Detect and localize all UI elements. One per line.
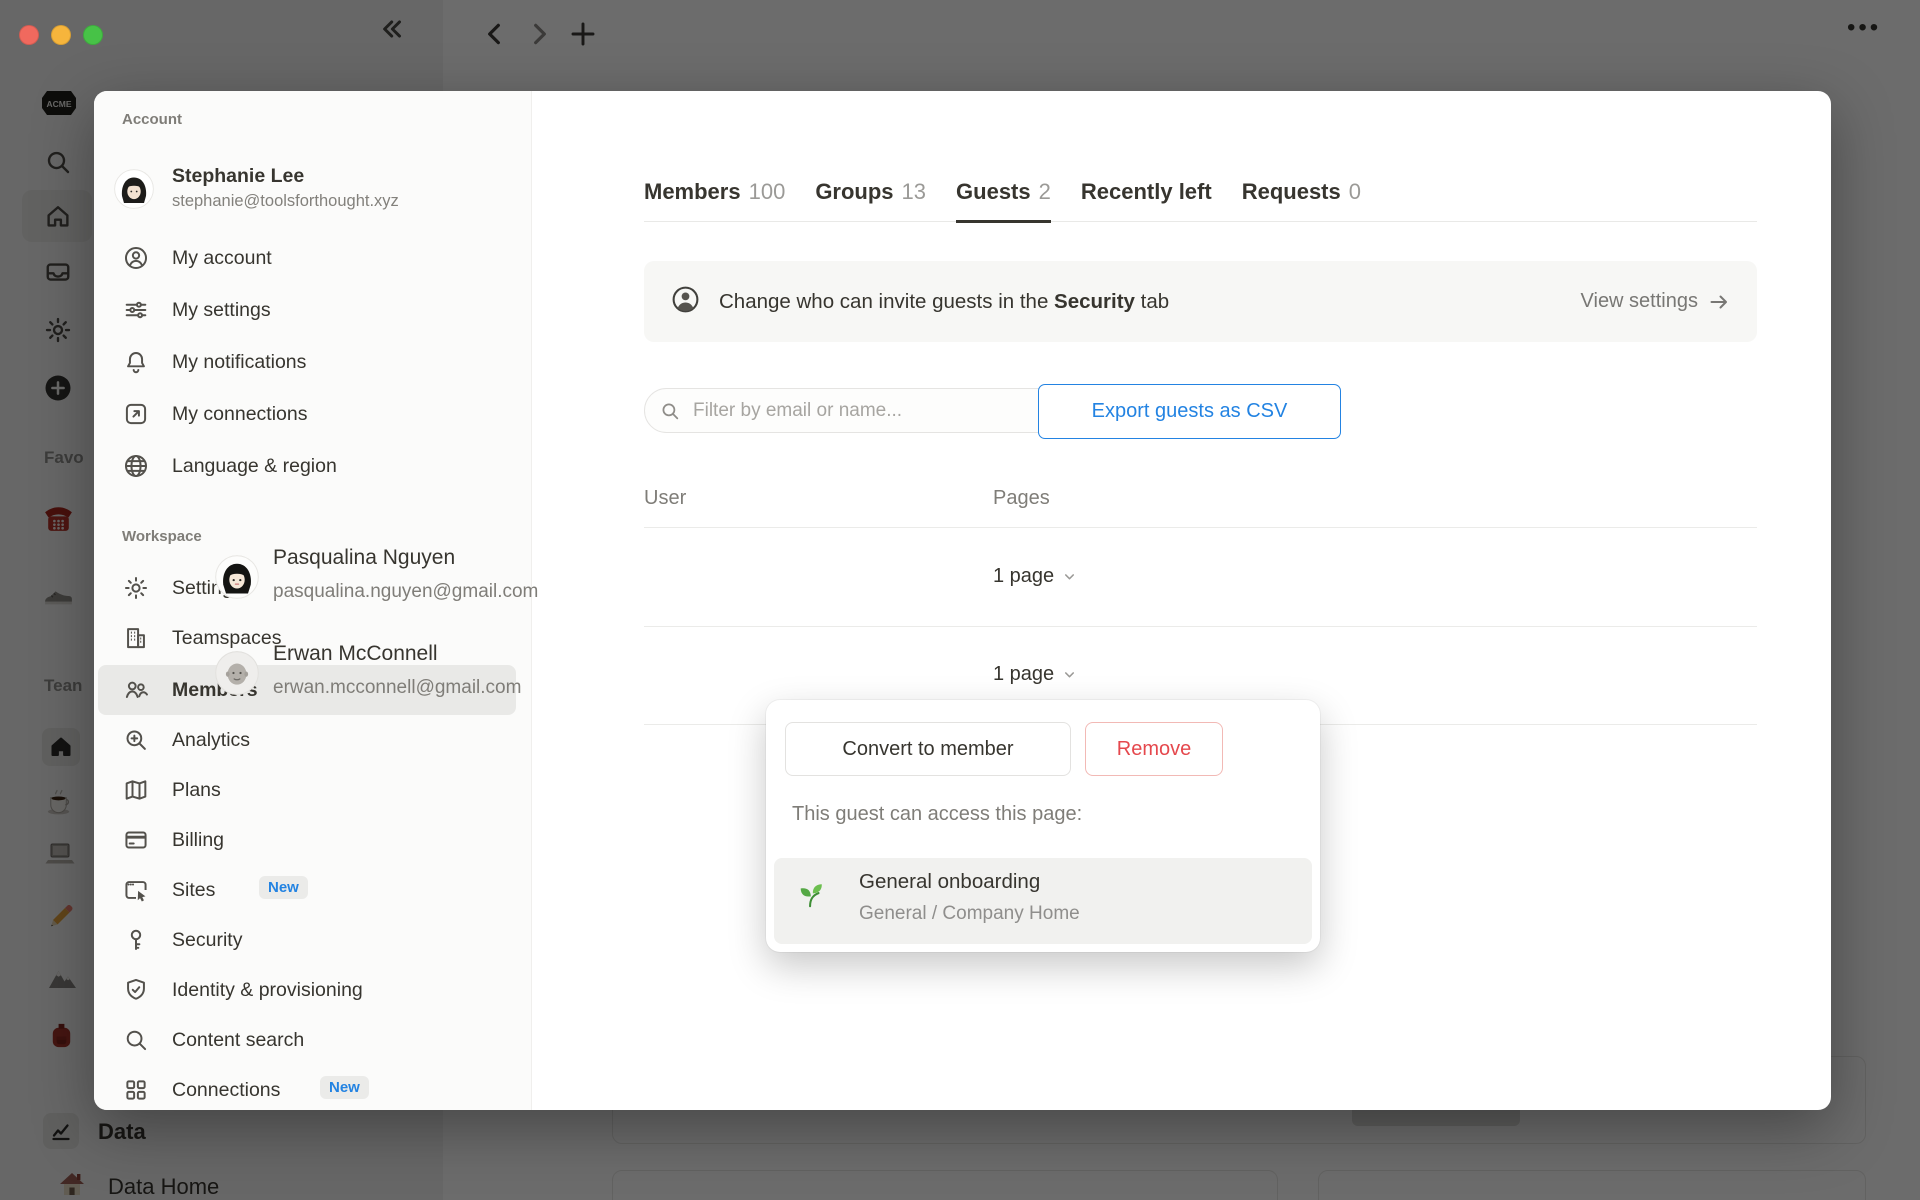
row-divider [644, 626, 1757, 627]
magnifier-plus-icon [122, 726, 150, 754]
gear-icon [122, 574, 150, 602]
arrow-up-right-square-icon [122, 400, 150, 428]
tab-guests[interactable]: Guests 2 [956, 179, 1051, 223]
seedling-icon [796, 880, 826, 915]
sidebar-item-security[interactable]: Security [94, 915, 531, 965]
guest-email: erwan.mcconnell@gmail.com [273, 677, 522, 698]
table-divider [644, 527, 1757, 528]
convert-to-member-button[interactable]: Convert to member [785, 722, 1071, 776]
globe-icon [122, 452, 150, 480]
close-window-button[interactable] [19, 25, 39, 45]
key-icon [122, 926, 150, 954]
pages-dropdown[interactable]: 1 page [993, 663, 1077, 686]
person-circle-icon [670, 284, 701, 320]
account-user-name: Stephanie Lee [172, 165, 305, 187]
remove-guest-button[interactable]: Remove [1085, 722, 1223, 776]
members-tabs: Members 100 Groups 13 Guests 2 Recently lef… [644, 161, 1757, 223]
search-icon [662, 403, 679, 419]
sidebar-item-billing[interactable]: Billing [94, 815, 531, 865]
new-badge: New [259, 876, 308, 899]
tab-requests[interactable]: Requests 0 [1242, 179, 1361, 223]
sidebar-item-identity-provisioning[interactable]: Identity & provisioning [94, 965, 531, 1015]
sliders-icon [122, 296, 150, 324]
building-icon [122, 624, 150, 652]
view-settings-link[interactable]: View settings [1581, 290, 1731, 314]
screen: ACME Favo [0, 0, 1920, 1200]
access-page-path: General / Company Home [859, 903, 1080, 924]
filter-input[interactable] [691, 398, 1095, 423]
shield-check-icon [122, 976, 150, 1004]
export-guests-csv-button[interactable]: Export guests as CSV [1038, 384, 1341, 439]
avatar [215, 555, 259, 599]
sidebar-item-my-settings[interactable]: My settings [94, 285, 531, 335]
invite-guests-banner: Change who can invite guests in the Secu… [644, 261, 1757, 342]
grid-icon [122, 1076, 150, 1104]
person-circle-icon [122, 244, 150, 272]
map-icon [122, 776, 150, 804]
guest-name: Pasqualina Nguyen [273, 546, 456, 569]
popup-caption: This guest can access this page: [792, 803, 1083, 825]
sidebar-item-connections[interactable]: Connections New [94, 1065, 531, 1110]
account-user-email: stephanie@toolsforthought.xyz [172, 192, 399, 210]
guest-email: pasqualina.nguyen@gmail.com [273, 581, 539, 602]
new-badge: New [320, 1076, 369, 1099]
chevron-down-icon [1065, 574, 1075, 580]
sidebar-item-language-region[interactable]: Language & region [94, 441, 531, 491]
guest-actions-popup: Convert to member Remove This guest can … [766, 700, 1320, 952]
pages-dropdown[interactable]: 1 page [993, 565, 1077, 588]
account-section-heading: Account [122, 111, 182, 128]
minimize-window-button[interactable] [51, 25, 71, 45]
tab-members[interactable]: Members 100 [644, 179, 785, 223]
members-people-icon [122, 676, 150, 704]
browser-cursor-icon [122, 876, 150, 904]
accessible-page-item[interactable]: General onboarding General / Company Hom… [774, 858, 1312, 944]
guest-name: Erwan McConnell [273, 642, 438, 665]
tab-groups[interactable]: Groups 13 [815, 179, 926, 223]
settings-modal: Account Stephanie Lee stephanie@toolsfor… [94, 91, 1831, 1110]
magnifier-icon [122, 1026, 150, 1054]
zoom-window-button[interactable] [83, 25, 103, 45]
sidebar-item-sites[interactable]: Sites New [94, 865, 531, 915]
avatar [114, 169, 154, 209]
arrow-right-icon [1710, 295, 1727, 308]
sidebar-item-analytics[interactable]: Analytics [94, 715, 531, 765]
banner-text: Change who can invite guests in the Secu… [719, 289, 1170, 313]
sidebar-item-my-notifications[interactable]: My notifications [94, 337, 531, 387]
sidebar-item-plans[interactable]: Plans [94, 765, 531, 815]
access-page-title: General onboarding [859, 870, 1041, 893]
sidebar-item-my-connections[interactable]: My connections [94, 389, 531, 439]
bell-icon [122, 348, 150, 376]
credit-card-icon [122, 826, 150, 854]
chevron-down-icon [1065, 672, 1075, 678]
sidebar-item-my-account[interactable]: My account [94, 233, 531, 283]
workspace-section-heading: Workspace [122, 528, 202, 545]
sidebar-item-content-search[interactable]: Content search [94, 1015, 531, 1065]
column-header-pages: Pages [993, 487, 1050, 509]
avatar [215, 651, 259, 695]
tab-recently-left[interactable]: Recently left [1081, 179, 1212, 223]
column-header-user: User [644, 487, 687, 509]
